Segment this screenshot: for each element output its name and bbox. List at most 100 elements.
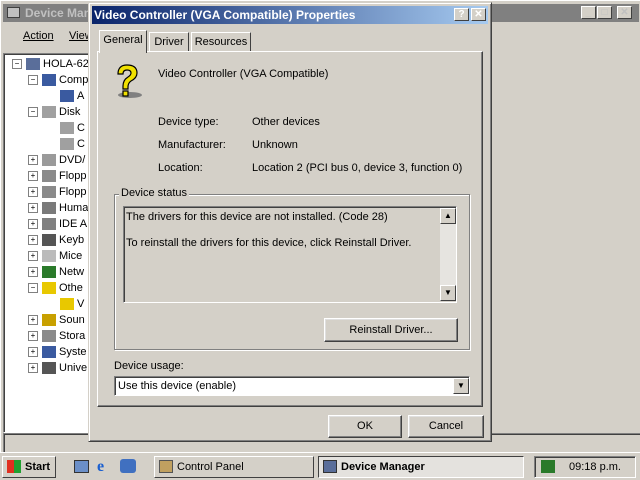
general-tab-panel: Video Controller (VGA Compatible) Device… [97,51,483,407]
tree-item-usb[interactable]: + Unive [28,360,87,376]
network-tray-icon[interactable] [541,460,555,473]
computer-icon [7,7,20,18]
collapse-icon: − [12,59,22,70]
unknown-device-icon [117,64,142,98]
maximize-button[interactable]: □ [597,6,612,19]
button-label: Cancel [428,420,464,432]
device-status-textbox[interactable]: The drivers for this device are not inst… [123,206,457,303]
disk-drive-icon [60,122,74,135]
question-icon [60,298,74,311]
dvd-drive-icon [42,154,56,167]
tab-general[interactable]: General [99,30,147,53]
tree-item-disk[interactable]: − Disk [28,104,80,120]
scroll-down-button[interactable]: ▼ [440,285,456,301]
keyboard-icon [42,234,56,247]
usb-icon [42,362,56,375]
button-label: OK [357,420,373,432]
minimize-button[interactable]: _ [581,6,596,19]
dialog-titlebar[interactable]: Video Controller (VGA Compatible) Proper… [92,6,488,24]
device-manager-icon [323,460,337,473]
tree-item-human[interactable]: + Huma [28,200,88,216]
show-desktop-icon[interactable] [74,460,89,473]
tree-item-dvd[interactable]: + DVD/ [28,152,85,168]
button-label: Reinstall Driver... [349,324,433,336]
location-value: Location 2 (PCI bus 0, device 3, functio… [252,162,463,174]
tree-item-computer[interactable]: − Comp [28,72,88,88]
start-button[interactable]: Start [2,456,56,478]
task-label: Control Panel [177,461,244,473]
outlook-express-icon[interactable] [120,459,136,473]
close-button[interactable]: ✕ [471,8,486,21]
tree-item-disk-child[interactable]: C [60,136,85,152]
task-device-manager[interactable]: Device Manager [318,456,524,478]
floppy-icon [42,170,56,183]
manufacturer-value: Unknown [252,139,298,151]
computer-icon [42,74,56,87]
task-label: Device Manager [341,461,425,473]
ok-button[interactable]: OK [328,415,402,438]
properties-dialog: Video Controller (VGA Compatible) Proper… [88,2,492,442]
mouse-icon [42,250,56,263]
system-tray: 09:18 p.m. [534,456,636,478]
chevron-down-icon[interactable]: ▼ [453,378,469,394]
status-scrollbar[interactable]: ▲ ▼ [440,208,456,301]
disk-drive-icon [60,138,74,151]
expand-icon: + [28,267,38,278]
tree-item-floppy2[interactable]: + Flopp [28,184,87,200]
expand-icon: + [28,219,38,230]
ide-icon [42,218,56,231]
dialog-title: Video Controller (VGA Compatible) Proper… [94,8,356,22]
tree-root[interactable]: − HOLA-62 [12,56,89,72]
taskbar: Start e Control Panel Device Manager 09:… [0,452,640,480]
computer-icon [60,90,74,103]
expand-icon: + [28,235,38,246]
question-icon [42,282,56,295]
reinstall-driver-button[interactable]: Reinstall Driver... [324,318,458,342]
collapse-icon: − [28,75,38,86]
task-control-panel[interactable]: Control Panel [154,456,314,478]
device-type-value: Other devices [252,116,320,128]
tab-resources[interactable]: Resources [191,32,251,52]
close-button[interactable]: ✕ [617,6,632,19]
device-type-label: Device type: [158,116,219,128]
network-icon [42,266,56,279]
speaker-icon [42,314,56,327]
expand-icon: + [28,187,38,198]
status-line-2: To reinstall the drivers for this device… [126,237,412,249]
tab-label: General [103,34,143,46]
tree-item-system[interactable]: + Syste [28,344,87,360]
disk-drive-icon [42,106,56,119]
status-line-1: The drivers for this device are not inst… [126,211,388,223]
device-tree[interactable]: − HOLA-62 − Comp A − Disk C C + DVD/ + Flopp … [3,53,93,433]
location-label: Location: [158,162,203,174]
help-button[interactable]: ? [454,8,469,21]
expand-icon: + [28,171,38,182]
tree-item-ide[interactable]: + IDE A [28,216,87,232]
expand-icon: + [28,347,38,358]
tree-item-network[interactable]: + Netw [28,264,84,280]
tab-driver[interactable]: Driver [149,32,189,52]
tree-item-other-child[interactable]: V [60,296,84,312]
manufacturer-label: Manufacturer: [158,139,226,151]
menu-action[interactable]: Action [23,30,54,42]
device-usage-value: Use this device (enable) [118,380,237,392]
device-status-label: Device status [119,187,190,199]
expand-icon: + [28,203,38,214]
tree-item-sound[interactable]: + Soun [28,312,85,328]
clock[interactable]: 09:18 p.m. [569,461,621,473]
device-usage-select[interactable]: Use this device (enable) ▼ [114,376,470,396]
control-panel-icon [159,460,173,473]
tree-item-other[interactable]: − Othe [28,280,83,296]
tree-item-disk-child[interactable]: C [60,120,85,136]
tree-item-keyboard[interactable]: + Keyb [28,232,84,248]
collapse-icon: − [28,107,38,118]
expand-icon: + [28,155,38,166]
tree-item-mice[interactable]: + Mice [28,248,82,264]
device-name: Video Controller (VGA Compatible) [158,68,329,80]
tree-item-computer-child[interactable]: A [60,88,84,104]
tree-item-floppy[interactable]: + Flopp [28,168,87,184]
cancel-button[interactable]: Cancel [408,415,484,438]
scroll-up-button[interactable]: ▲ [440,208,456,224]
internet-explorer-icon[interactable]: e [97,458,104,476]
tree-item-storage[interactable]: + Stora [28,328,85,344]
